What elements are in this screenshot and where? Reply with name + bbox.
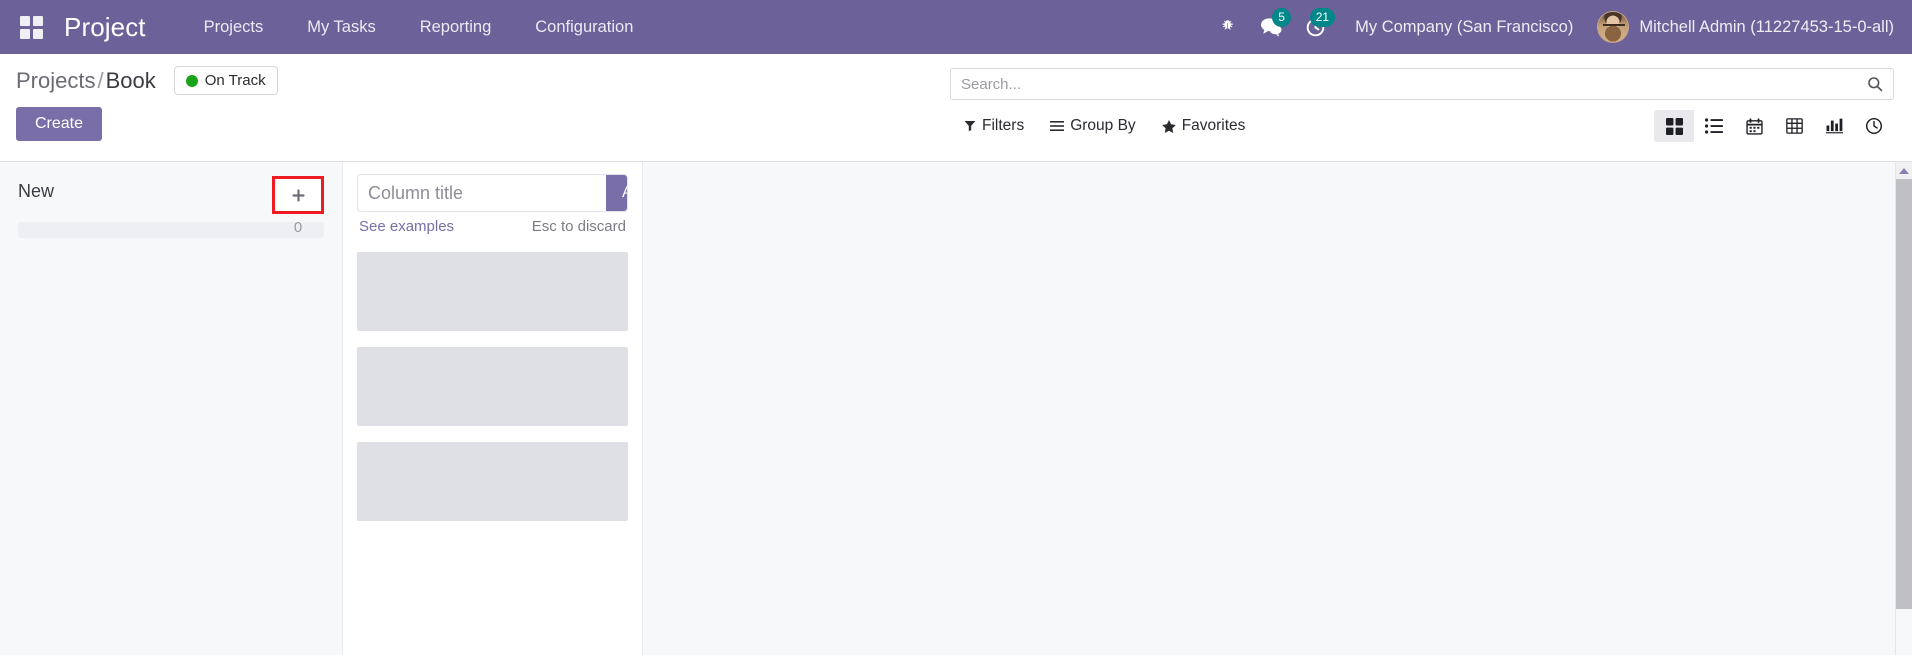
clock-icon: [1865, 117, 1883, 135]
messages-icon[interactable]: 5: [1249, 0, 1293, 54]
list-view-button[interactable]: [1694, 110, 1734, 142]
add-column-button[interactable]: Add: [606, 175, 627, 211]
ghost-card: [357, 442, 628, 521]
kanban-column-header: New 0: [0, 162, 342, 236]
company-switcher[interactable]: My Company (San Francisco): [1337, 18, 1591, 37]
filters-row: Filters Group By Favorites: [950, 110, 1894, 142]
status-badge-label: On Track: [204, 72, 266, 89]
menu-item-configuration[interactable]: Configuration: [513, 0, 655, 54]
breadcrumb-separator: /: [97, 67, 104, 93]
add-record-plus-icon[interactable]: [275, 179, 321, 211]
user-menu[interactable]: Mitchell Admin (11227453-15-0-all): [1591, 11, 1894, 43]
kanban-column-title: New: [18, 181, 55, 201]
funnel-icon: [964, 121, 976, 132]
apps-grid-icon: [19, 15, 43, 39]
activity-view-button[interactable]: [1854, 110, 1894, 142]
filters-button[interactable]: Filters: [964, 117, 1024, 135]
calendar-icon: [1745, 117, 1763, 135]
new-column-form: Add See examples Esc to discard: [343, 162, 643, 655]
calendar-view-button[interactable]: [1734, 110, 1774, 142]
scrollbar-up-arrow-icon[interactable]: [1896, 162, 1912, 179]
apps-menu-button[interactable]: [10, 7, 52, 47]
new-column-subrow: See examples Esc to discard: [357, 218, 628, 235]
filter-buttons: Filters Group By Favorites: [950, 117, 1245, 135]
control-panel-left: Projects/Book On Track Create: [0, 54, 930, 161]
ghost-card: [357, 347, 628, 426]
status-dot-icon: [185, 74, 198, 87]
favorites-label: Favorites: [1181, 117, 1246, 134]
menu-item-my-tasks[interactable]: My Tasks: [285, 0, 397, 54]
search-input[interactable]: [961, 75, 1867, 93]
kanban-view-button[interactable]: [1654, 110, 1694, 142]
column-title-input[interactable]: [358, 175, 606, 211]
breadcrumb: Projects/Book: [16, 68, 156, 94]
ghost-card: [357, 252, 628, 331]
group-by-button[interactable]: Group By: [1050, 117, 1136, 135]
activities-clock-icon[interactable]: 21: [1293, 0, 1337, 54]
vertical-scrollbar[interactable]: [1895, 162, 1912, 655]
kanban-column-new[interactable]: New 0: [0, 162, 343, 655]
favorites-button[interactable]: Favorites: [1161, 117, 1246, 135]
kanban-board: New 0 Add See examples Es: [0, 162, 1912, 655]
app-brand-project[interactable]: Project: [64, 14, 146, 40]
control-panel: Projects/Book On Track Create Search... …: [0, 54, 1912, 162]
control-panel-right: Filters Group By Favorites: [930, 54, 1912, 161]
menu-item-reporting[interactable]: Reporting: [398, 0, 514, 54]
star-icon: [1161, 119, 1176, 133]
kanban-column-count: 0: [293, 219, 303, 236]
status-badge[interactable]: On Track: [173, 66, 278, 95]
navbar-right-section: 5 21 My Company (San Francisco) Mitchell…: [1205, 0, 1894, 54]
kanban-icon: [1665, 117, 1683, 135]
bar-chart-icon: [1825, 118, 1843, 134]
view-switcher: [1654, 110, 1894, 142]
filters-label: Filters: [982, 117, 1025, 134]
search-icon[interactable]: [1867, 76, 1883, 92]
kanban-column-add-wrap: 0: [272, 176, 324, 236]
esc-to-discard-hint: Esc to discard: [531, 218, 626, 235]
list-lines-icon: [1050, 121, 1065, 131]
breadcrumb-parent[interactable]: Projects: [16, 68, 95, 93]
user-name-label: Mitchell Admin (11227453-15-0-all): [1639, 17, 1894, 36]
top-navbar: Project Projects My Tasks Reporting Conf…: [0, 0, 1912, 54]
menu-item-projects[interactable]: Projects: [182, 0, 286, 54]
breadcrumb-row: Projects/Book On Track: [16, 66, 930, 95]
avatar: [1597, 11, 1630, 43]
search-bar[interactable]: [950, 68, 1894, 100]
table-icon: [1785, 118, 1803, 134]
breadcrumb-current: Book: [105, 67, 156, 93]
list-icon: [1705, 118, 1723, 134]
graph-view-button[interactable]: [1814, 110, 1854, 142]
main-menu: Projects My Tasks Reporting Configuratio…: [182, 0, 656, 54]
group-by-label: Group By: [1070, 117, 1136, 134]
new-column-input-row: Add: [357, 174, 628, 212]
see-examples-link[interactable]: See examples: [359, 218, 454, 235]
bug-icon[interactable]: [1205, 0, 1249, 54]
scrollbar-thumb[interactable]: [1896, 179, 1912, 609]
kanban-empty-area: [643, 162, 1912, 655]
activities-badge: 21: [1309, 8, 1336, 27]
messages-badge: 5: [1272, 8, 1292, 27]
create-button[interactable]: Create: [16, 107, 103, 141]
annotation-highlight-box: [272, 176, 324, 214]
pivot-view-button[interactable]: [1774, 110, 1814, 142]
